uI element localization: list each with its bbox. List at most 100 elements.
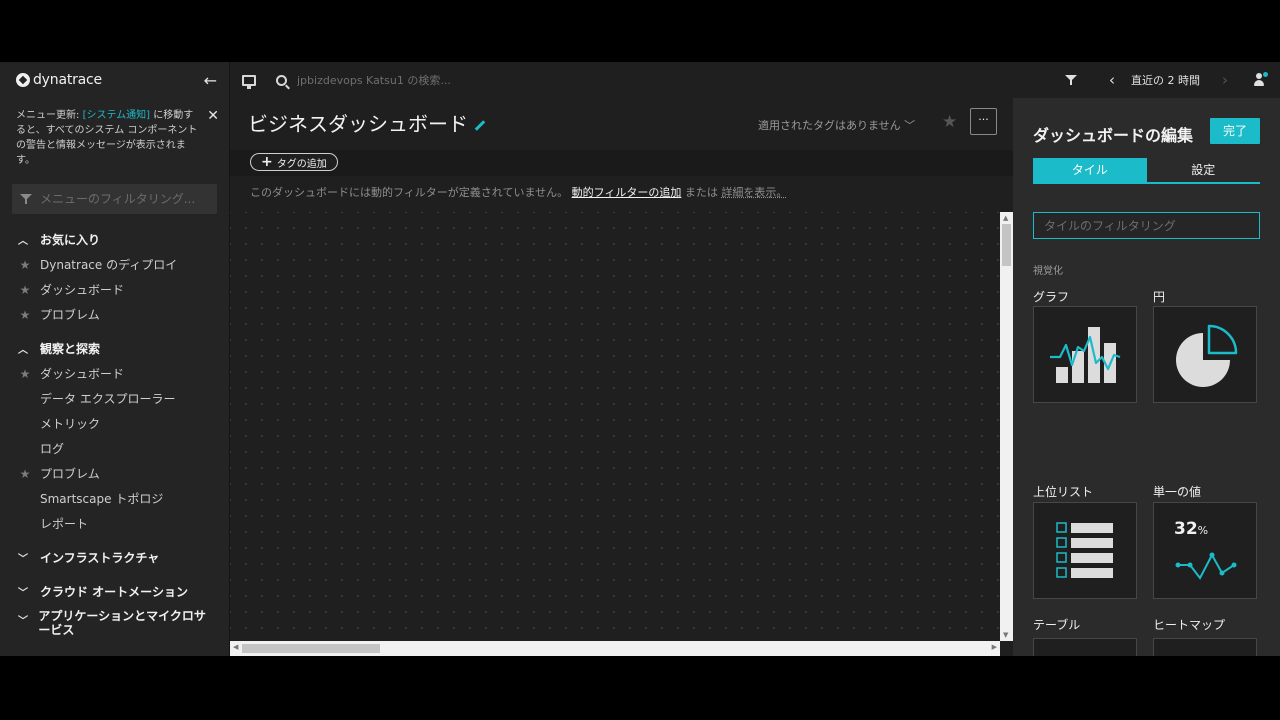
system-notification-link[interactable]: [システム通知] bbox=[83, 110, 151, 121]
chevron-left-icon[interactable]: ‹ bbox=[1101, 71, 1123, 89]
add-tag-label: タグの追加 bbox=[276, 158, 327, 170]
scroll-thumb[interactable] bbox=[1002, 224, 1011, 266]
tile-top-list[interactable] bbox=[1033, 502, 1137, 599]
monitor-icon[interactable] bbox=[242, 74, 256, 89]
nav-item-dashboards-fav[interactable]: ★ ダッシュボード bbox=[0, 277, 229, 302]
star-icon[interactable]: ★ bbox=[18, 308, 32, 322]
star-icon[interactable]: ★ bbox=[18, 467, 32, 481]
horizontal-scrollbar[interactable]: ◀ ▶ bbox=[230, 641, 1000, 656]
filter-icon bbox=[20, 193, 32, 205]
dashboard-title[interactable]: ビジネスダッシュボード bbox=[248, 108, 486, 137]
star-icon[interactable]: ★ bbox=[18, 283, 32, 297]
nav-item-deploy[interactable]: ★ Dynatrace のディプロイ bbox=[0, 252, 229, 277]
nav-item-problems[interactable]: ★ プロブレム bbox=[0, 461, 229, 486]
sparkline-icon bbox=[1175, 552, 1237, 580]
tile-name-single-value: 単一の値 bbox=[1153, 485, 1202, 499]
chevron-down-icon: ﹀ bbox=[904, 119, 916, 132]
chevron-down-icon: ﹀ bbox=[18, 616, 28, 627]
tile-table[interactable] bbox=[1033, 638, 1137, 656]
scroll-right-icon[interactable]: ▶ bbox=[992, 643, 997, 651]
plus-icon: + bbox=[261, 154, 273, 170]
scroll-down-icon[interactable]: ▼ bbox=[1003, 631, 1008, 639]
tags-dropdown[interactable]: 適用されたタグはありません ﹀ bbox=[758, 117, 915, 133]
star-icon[interactable]: ★ bbox=[18, 367, 32, 381]
nav-item-label: メトリック bbox=[40, 417, 101, 431]
dashboard-canvas[interactable] bbox=[230, 212, 1000, 641]
top-bar: ‹ 直近の 2 時間 › bbox=[230, 62, 1280, 98]
tab-tiles[interactable]: タイル bbox=[1033, 158, 1147, 184]
nav-item-label: プロブレム bbox=[40, 308, 100, 322]
scroll-up-icon[interactable]: ▲ bbox=[1003, 214, 1008, 222]
tile-filter-input[interactable] bbox=[1044, 218, 1244, 233]
pie-chart-icon bbox=[1176, 324, 1238, 387]
single-value-unit: % bbox=[1197, 524, 1209, 537]
chevron-right-icon[interactable]: › bbox=[1214, 71, 1236, 89]
nav-item-problems-fav[interactable]: ★ プロブレム bbox=[0, 302, 229, 327]
add-tag-button[interactable]: + タグの追加 bbox=[250, 153, 338, 171]
tile-name-graph: グラフ bbox=[1033, 290, 1070, 304]
user-icon[interactable] bbox=[1252, 72, 1268, 88]
top-list-icon bbox=[1056, 522, 1113, 578]
logo-row: dynatrace ← bbox=[0, 62, 229, 98]
section-cloud-label: クラウド オートメーション bbox=[40, 584, 188, 599]
tile-pie[interactable] bbox=[1153, 306, 1257, 403]
menu-update-notice: メニュー更新: [システム通知] に移動すると、すべてのシステム コンポーネント… bbox=[0, 98, 229, 178]
section-observe[interactable]: ︿ 観察と探索 bbox=[0, 335, 229, 361]
tile-filter[interactable] bbox=[1033, 212, 1260, 239]
tile-name-pie: 円 bbox=[1153, 290, 1166, 304]
section-infrastructure-label: インフラストラクチャ bbox=[40, 550, 160, 565]
done-button[interactable]: 完了 bbox=[1210, 118, 1260, 144]
star-icon[interactable]: ★ bbox=[942, 112, 957, 132]
single-value-number: 32% bbox=[1174, 519, 1208, 539]
nav-item-label: Dynatrace のディプロイ bbox=[40, 258, 178, 272]
nav-item-dashboards[interactable]: ★ ダッシュボード bbox=[0, 361, 229, 386]
menu-filter-input[interactable] bbox=[39, 192, 209, 206]
nav-item-label: ログ bbox=[40, 442, 65, 456]
scroll-left-icon[interactable]: ◀ bbox=[233, 643, 238, 651]
menu-filter[interactable] bbox=[12, 184, 217, 214]
nav-item-logs[interactable]: ★ ログ bbox=[0, 436, 229, 461]
more-options-button[interactable]: ··· bbox=[970, 108, 997, 135]
back-arrow-icon[interactable]: ← bbox=[204, 71, 217, 90]
section-apps-microservices[interactable]: ﹀ アプリケーションとマイクロサービス bbox=[0, 604, 229, 638]
visualization-label: 視覚化 bbox=[1033, 266, 1063, 277]
nav-item-reports[interactable]: ★ レポート bbox=[0, 511, 229, 536]
section-observe-label: 観察と探索 bbox=[40, 341, 101, 356]
global-search[interactable] bbox=[276, 73, 597, 87]
nav-item-smartscape[interactable]: ★ Smartscape トポロジ bbox=[0, 486, 229, 511]
section-cloud-automation[interactable]: ﹀ クラウド オートメーション bbox=[0, 578, 229, 604]
nav-item-metrics[interactable]: ★ メトリック bbox=[0, 411, 229, 436]
chevron-down-icon: ﹀ bbox=[18, 587, 28, 599]
nav-item-data-explorer[interactable]: ★ データ エクスプローラー bbox=[0, 386, 229, 411]
tab-settings[interactable]: 設定 bbox=[1146, 158, 1260, 184]
filter-icon[interactable] bbox=[1065, 74, 1077, 86]
tile-name-table: テーブル bbox=[1033, 618, 1081, 632]
section-favorites[interactable]: ︿ お気に入り bbox=[0, 226, 229, 252]
dynamic-filter-message: このダッシュボードには動的フィルターが定義されていません。 動的フィルターの追加… bbox=[250, 184, 787, 200]
timeframe-selector[interactable]: 直近の 2 時間 bbox=[1131, 72, 1200, 88]
app-window: dynatrace ← メニュー更新: [システム通知] に移動すると、すべての… bbox=[0, 62, 1280, 656]
add-dynamic-filter-link[interactable]: 動的フィルターの追加 bbox=[572, 186, 682, 199]
show-details-link[interactable]: 詳細を表示。 bbox=[721, 186, 787, 199]
vertical-scrollbar[interactable]: ▲ ▼ bbox=[1000, 212, 1013, 641]
chevron-up-icon: ︿ bbox=[18, 344, 28, 356]
tile-single-value[interactable]: 32% bbox=[1153, 502, 1257, 599]
tile-name-heatmap: ヒートマップ bbox=[1153, 618, 1226, 632]
table-icon bbox=[1034, 639, 1136, 656]
tile-heatmap[interactable] bbox=[1153, 638, 1257, 656]
search-input[interactable] bbox=[297, 73, 597, 87]
scroll-thumb[interactable] bbox=[242, 644, 380, 653]
dynatrace-logo[interactable]: dynatrace bbox=[16, 72, 102, 88]
section-infrastructure[interactable]: ﹀ インフラストラクチャ bbox=[0, 544, 229, 570]
title-row: ビジネスダッシュボード 適用されたタグはありません ﹀ ★ ··· bbox=[230, 98, 1013, 150]
close-icon[interactable]: ✕ bbox=[207, 106, 219, 127]
tile-graph[interactable] bbox=[1033, 306, 1137, 403]
notification-dot bbox=[1263, 72, 1268, 77]
search-icon bbox=[276, 74, 287, 86]
pencil-icon[interactable] bbox=[474, 120, 486, 131]
tags-none-label: 適用されたタグはありません bbox=[758, 119, 901, 132]
section-apps-label: アプリケーションとマイクロサービス bbox=[38, 609, 206, 637]
star-icon[interactable]: ★ bbox=[18, 258, 32, 272]
sidebar: dynatrace ← メニュー更新: [システム通知] に移動すると、すべての… bbox=[0, 62, 230, 656]
timeframe-controls: ‹ 直近の 2 時間 › bbox=[1065, 62, 1280, 98]
